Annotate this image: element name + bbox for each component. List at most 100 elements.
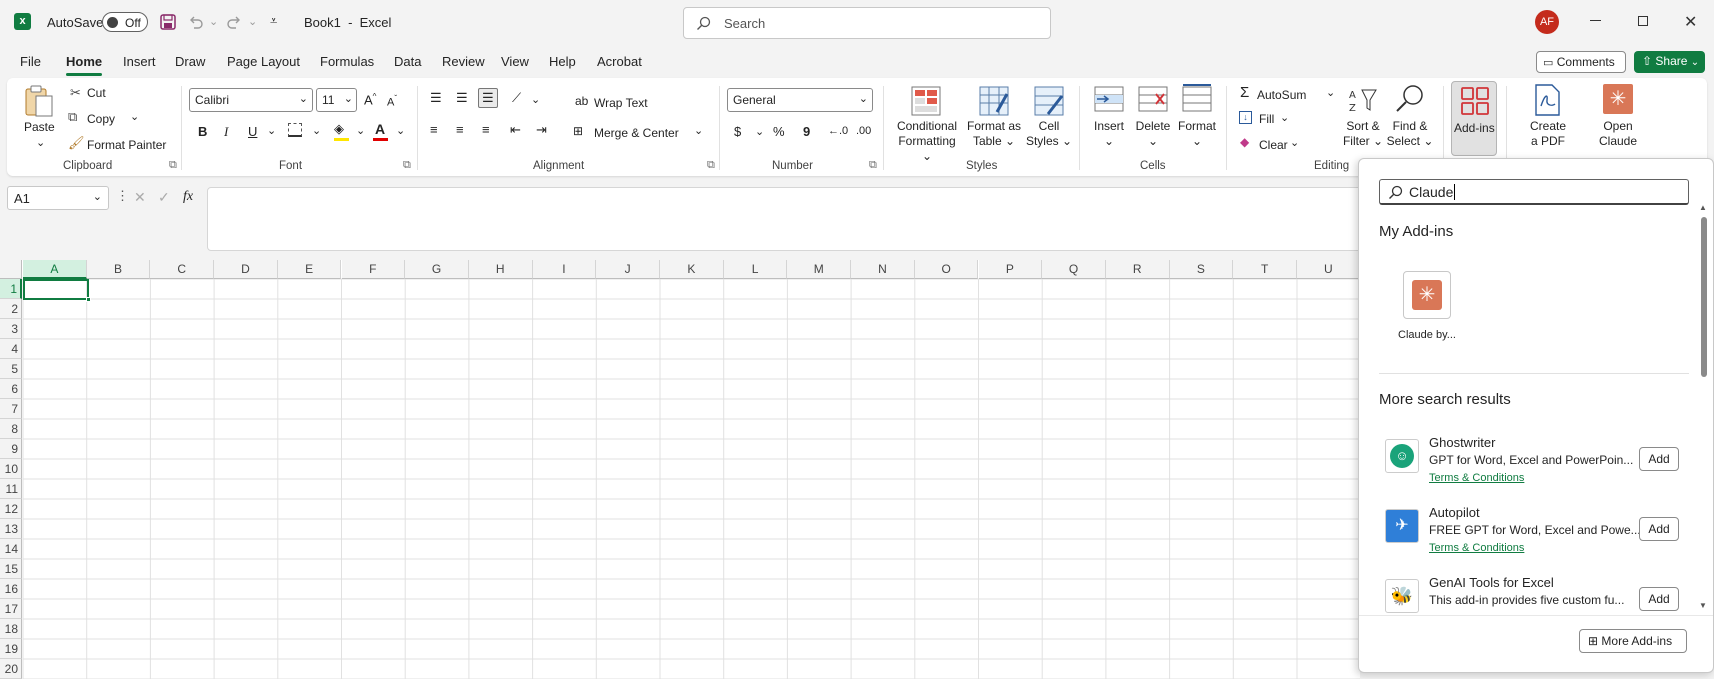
cancel-entry-icon[interactable]: ✕ [134,189,146,206]
copy-button[interactable]: Copy [87,112,115,126]
column-header[interactable]: T [1233,260,1297,279]
row-header[interactable]: 16 [0,579,22,599]
undo-icon[interactable] [188,14,204,30]
row-header[interactable]: 2 [0,299,22,319]
autosum-dropdown-icon[interactable]: ⌄ [1326,86,1335,99]
more-options-icon[interactable]: ⋮ [116,188,129,204]
borders-icon[interactable] [288,123,302,137]
number-launcher-icon[interactable]: ⧉ [869,159,877,172]
row-header[interactable]: 15 [0,559,22,579]
addin-search-input[interactable]: Claude [1379,179,1689,205]
currency-dropdown-icon[interactable]: ⌄ [755,125,764,138]
share-button[interactable]: ⇧ Share ⌄ [1634,51,1705,73]
merge-dropdown-icon[interactable]: ⌄ [694,124,703,137]
column-header[interactable]: K [660,260,724,279]
tab-view[interactable]: View [501,54,529,69]
row-header[interactable]: 6 [0,379,22,399]
name-box[interactable]: A1 ⌄ [7,186,109,210]
avatar[interactable]: AF [1535,10,1559,34]
increase-indent-icon[interactable]: ⇥ [536,122,547,138]
column-header[interactable]: M [787,260,852,279]
open-claude-button[interactable]: Open Claude [1592,119,1644,149]
autosave-toggle[interactable]: Off [102,12,148,32]
fill-dropdown-icon[interactable]: ⌄ [1280,111,1289,124]
cell-styles-button[interactable]: Cell Styles ⌄ [1024,119,1074,149]
font-launcher-icon[interactable]: ⧉ [403,159,411,172]
add-autopilot-button[interactable]: Add [1639,517,1679,541]
row-header[interactable]: 3 [0,319,22,339]
font-color-dropdown-icon[interactable]: ⌄ [396,124,405,137]
insert-cells-button[interactable]: Insert ⌄ [1088,119,1130,149]
tab-file[interactable]: File [20,54,41,69]
scrollbar[interactable]: ▲ ▼ [1699,203,1709,623]
row-header[interactable]: 13 [0,519,22,539]
conditional-formatting-button[interactable]: Conditional Formatting ⌄ [892,119,962,164]
redo-dropdown-icon[interactable]: ⌄ [248,15,257,28]
increase-decimal-icon[interactable]: ←.0 [828,125,848,137]
row-header[interactable]: 8 [0,419,22,439]
tab-insert[interactable]: Insert [123,54,156,69]
addins-button[interactable]: Add-ins [1451,81,1497,156]
row-header[interactable]: 14 [0,539,22,559]
borders-dropdown-icon[interactable]: ⌄ [312,124,321,137]
row-header[interactable]: 1 [0,279,22,299]
save-icon[interactable] [160,14,176,30]
scroll-down-icon[interactable]: ▼ [1699,601,1707,610]
currency-button[interactable]: $ [734,124,741,139]
fill-handle[interactable] [86,297,91,302]
cell-styles-icon[interactable] [1034,86,1064,116]
font-size-select[interactable]: 11 ⌄ [316,88,357,112]
paste-dropdown-icon[interactable]: ⌄ [36,136,45,149]
clipboard-launcher-icon[interactable]: ⧉ [169,159,177,172]
column-header[interactable]: E [277,260,342,279]
font-name-select[interactable]: Calibri ⌄ [189,88,313,112]
row-header[interactable]: 7 [0,399,22,419]
add-genai-button[interactable]: Add [1639,587,1679,611]
tab-formulas[interactable]: Formulas [320,54,374,69]
worksheet-grid[interactable]: ABCDEFGHIJKLMNOPQRSTU 1 2 3 4 5 6 7 8 9 10 11 12 13 1… [0,260,1361,679]
orientation-icon[interactable]: ⟋ [512,90,521,106]
scrollbar-thumb[interactable] [1701,217,1707,377]
maximize-icon[interactable] [1638,16,1648,26]
align-right-icon[interactable]: ≡ [482,122,490,137]
format-as-table-button[interactable]: Format as Table ⌄ [963,119,1025,149]
formula-input[interactable] [207,187,1367,251]
align-middle-icon[interactable]: ☰ [456,90,468,106]
row-header[interactable]: 19 [0,639,22,659]
tab-home[interactable]: Home [66,54,103,76]
align-bottom-icon[interactable]: ☰ [478,88,498,108]
row-header[interactable]: 4 [0,339,22,359]
column-header[interactable]: S [1169,260,1234,279]
merge-center-button[interactable]: Merge & Center [594,126,679,140]
fill-color-icon[interactable]: ◈ [334,121,344,137]
column-header[interactable]: B [86,260,151,279]
paste-button[interactable]: Paste [24,120,55,135]
active-cell-a1[interactable] [23,279,89,300]
tab-acrobat[interactable]: Acrobat [597,54,642,69]
number-format-select[interactable]: General ⌄ [727,88,873,112]
font-color-icon[interactable]: A [375,121,385,137]
terms-link[interactable]: Terms & Conditions [1429,472,1524,484]
comments-button[interactable]: ▭ Comments [1536,51,1626,73]
autosum-button[interactable]: AutoSum [1257,88,1306,102]
row-header[interactable]: 11 [0,479,22,499]
redo-icon[interactable] [226,14,242,30]
column-header[interactable]: G [405,260,469,279]
percent-button[interactable]: % [773,124,785,139]
clear-button[interactable]: Clear [1259,138,1288,152]
align-center-icon[interactable]: ≡ [456,122,464,137]
autosum-icon[interactable]: Σ [1240,84,1249,101]
conditional-formatting-icon[interactable] [911,86,941,116]
fill-icon[interactable]: ↓ [1239,111,1252,124]
decrease-font-icon[interactable]: Aˇ [387,94,397,109]
scroll-up-icon[interactable]: ▲ [1699,203,1707,212]
tab-data[interactable]: Data [394,54,421,69]
format-painter-icon[interactable]: 🖌 [68,135,85,151]
clear-dropdown-icon[interactable]: ⌄ [1290,136,1299,149]
tab-draw[interactable]: Draw [175,54,205,69]
column-header[interactable]: L [723,260,788,279]
comma-style-button[interactable]: 9 [803,124,810,139]
row-header[interactable]: 10 [0,459,22,479]
column-header[interactable]: P [978,260,1043,279]
column-header[interactable]: U [1297,260,1361,279]
